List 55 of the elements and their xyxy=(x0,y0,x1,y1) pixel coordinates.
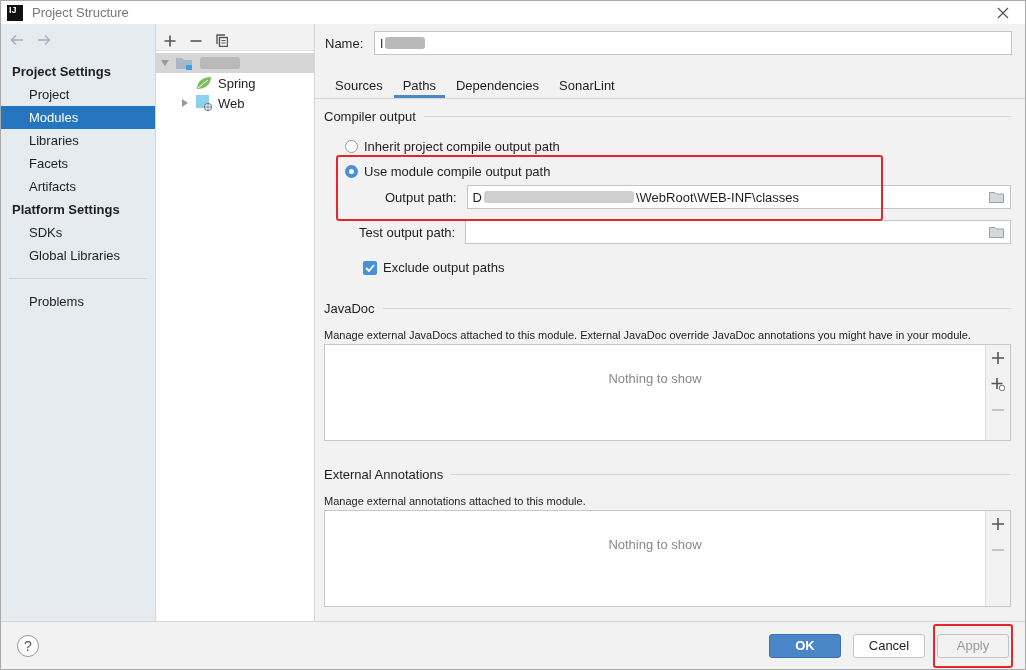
sidebar-item[interactable]: SDKs xyxy=(1,221,155,244)
section-heading: Platform Settings xyxy=(11,201,121,219)
checkbox[interactable] xyxy=(363,260,377,275)
tab[interactable]: SonarLint xyxy=(550,75,624,98)
section-title: JavaDoc xyxy=(324,301,375,316)
add-icon[interactable] xyxy=(991,351,1005,365)
checkbox-label: Exclude output paths xyxy=(383,260,505,275)
forward-arrow-icon[interactable] xyxy=(37,34,51,46)
back-arrow-icon[interactable] xyxy=(10,34,24,46)
tab[interactable]: Dependencies xyxy=(446,75,549,98)
radio-button[interactable] xyxy=(345,140,358,153)
tab[interactable]: Paths xyxy=(393,75,445,98)
folder-icon xyxy=(989,226,1005,238)
radio-label: Inherit project compile output path xyxy=(364,139,560,154)
field-label: Test output path: xyxy=(359,224,456,240)
collapsed-arrow-icon[interactable] xyxy=(180,98,190,108)
test-output-path-field[interactable] xyxy=(465,220,1011,244)
window-title: Project Structure xyxy=(32,5,129,20)
ok-button[interactable]: OK xyxy=(769,633,841,658)
sidebar-item[interactable]: Global Libraries xyxy=(1,244,155,267)
add-icon[interactable] xyxy=(991,517,1005,531)
output-path-field[interactable]: D \WebRoot\WEB-INF\classes xyxy=(466,185,1011,209)
sidebar-item[interactable]: Problems xyxy=(1,290,155,313)
tree-item[interactable]: Web xyxy=(156,93,314,113)
add-icon[interactable] xyxy=(164,34,176,47)
app-logo-icon: IJ xyxy=(7,4,23,21)
sidebar-item[interactable]: Artifacts xyxy=(1,175,155,198)
web-folder-icon xyxy=(196,95,212,111)
tree-item[interactable]: Spring xyxy=(156,73,314,93)
description: Manage external annotations attached to this module. xyxy=(324,494,587,508)
close-icon[interactable] xyxy=(997,6,1009,19)
sidebar-item[interactable]: Project xyxy=(1,83,155,106)
radio-button[interactable] xyxy=(345,165,358,178)
folder-icon xyxy=(176,56,194,70)
add-globe-icon[interactable] xyxy=(991,377,1005,391)
expanded-arrow-icon[interactable] xyxy=(160,58,170,68)
section-title: External Annotations xyxy=(324,467,444,482)
sidebar-item[interactable]: Libraries xyxy=(1,129,155,152)
folder-icon xyxy=(989,191,1005,203)
description: Manage external JavaDocs attached to this module. External JavaDoc override JavaDoc annotations you might have in your module. xyxy=(324,328,972,342)
radio-label: Use module compile output path xyxy=(364,164,551,179)
help-button[interactable]: ? xyxy=(17,634,39,657)
sidebar-item[interactable]: Facets xyxy=(1,152,155,175)
dialog-button[interactable]: Cancel xyxy=(853,633,925,658)
empty-text: Nothing to show xyxy=(608,371,702,388)
field-label: Name: xyxy=(325,35,364,51)
leaf-icon xyxy=(196,76,212,90)
field-label: Output path: xyxy=(385,189,457,205)
section-heading: Project Settings xyxy=(11,63,112,81)
name-field[interactable]: l xyxy=(374,31,1012,55)
copy-icon[interactable] xyxy=(216,34,228,47)
sidebar-item[interactable]: Modules xyxy=(1,106,155,129)
empty-text: Nothing to show xyxy=(608,537,702,554)
tab[interactable]: Sources xyxy=(326,75,392,98)
section-title: Compiler output xyxy=(324,109,416,124)
